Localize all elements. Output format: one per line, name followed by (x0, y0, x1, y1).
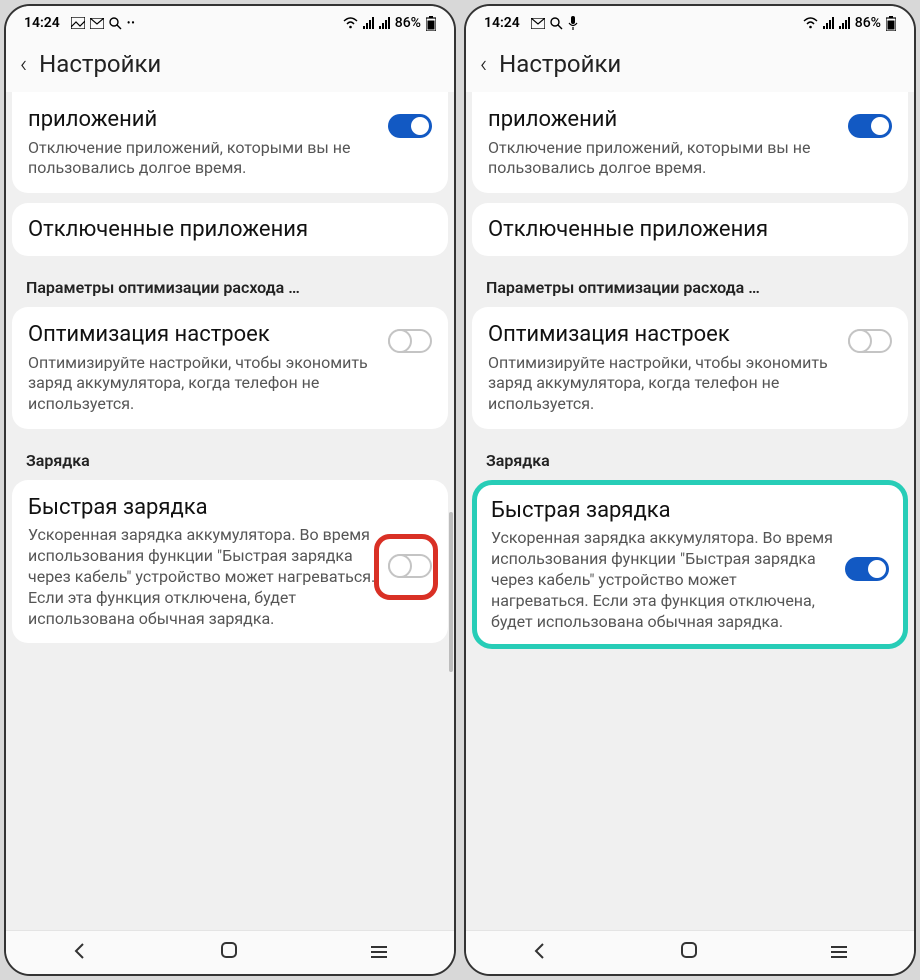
mail-icon (531, 18, 545, 29)
signal-icon-2 (839, 17, 850, 29)
section-optimization: Параметры оптимизации расхода … (6, 266, 454, 307)
signal-icon (823, 17, 834, 29)
settings-list[interactable]: приложений Отключение приложений, которы… (466, 92, 914, 930)
status-time: 14:24 (24, 15, 60, 31)
setting-title: приложений (488, 106, 838, 134)
setting-title: Быстрая зарядка (491, 497, 835, 525)
signal-icon-2 (379, 17, 390, 29)
setting-desc: Отключение приложений, которыми вы не по… (28, 138, 378, 180)
toggle-optimize[interactable] (388, 329, 432, 353)
setting-desc: Оптимизируйте настройки, чтобы экономить… (488, 353, 838, 415)
setting-title: Оптимизация настроек (28, 321, 378, 349)
settings-list[interactable]: приложений Отключение приложений, которы… (6, 92, 454, 930)
battery-icon (426, 16, 436, 31)
battery-percent: 86% (855, 15, 881, 31)
setting-desc: Ускоренная зарядка аккумулятора. Во врем… (491, 528, 835, 632)
wifi-icon (343, 17, 358, 29)
more-dots-icon: •• (127, 18, 136, 29)
nav-home-icon[interactable] (219, 940, 239, 965)
toggle-optimize[interactable] (848, 329, 892, 353)
setting-title: Оптимизация настроек (488, 321, 838, 349)
section-optimization: Параметры оптимизации расхода … (466, 266, 914, 307)
setting-optimize[interactable]: Оптимизация настроек Оптимизируйте настр… (472, 307, 908, 429)
back-icon[interactable]: ‹ (480, 50, 487, 78)
status-bar: 14:24 86% (466, 6, 914, 40)
toggle-apps[interactable] (848, 114, 892, 138)
search-icon (550, 17, 563, 30)
setting-disabled-apps[interactable]: Отключенные приложения (472, 203, 908, 256)
setting-title: Быстрая зарядка (28, 494, 378, 522)
setting-optimize[interactable]: Оптимизация настроек Оптимизируйте настр… (12, 307, 448, 429)
battery-percent: 86% (395, 15, 421, 31)
setting-fast-charge[interactable]: Быстрая зарядка Ускоренная зарядка аккум… (472, 480, 908, 649)
battery-icon (886, 16, 896, 31)
setting-desc: Ускоренная зарядка аккумулятора. Во врем… (28, 525, 378, 629)
status-bar: 14:24 •• 86% (6, 6, 454, 40)
page-title: Настройки (499, 50, 621, 78)
navbar (466, 930, 914, 974)
wifi-icon (803, 17, 818, 29)
status-time: 14:24 (484, 15, 520, 31)
toggle-apps[interactable] (388, 114, 432, 138)
page-title: Настройки (39, 50, 161, 78)
setting-desc: Отключение приложений, которыми вы не по… (488, 138, 838, 180)
setting-title: Отключенные приложения (28, 217, 432, 242)
setting-apps[interactable]: приложений Отключение приложений, которы… (472, 92, 908, 193)
signal-icon (363, 17, 374, 29)
back-icon[interactable]: ‹ (20, 50, 27, 78)
image-icon (71, 17, 85, 29)
phone-right: 14:24 86% (464, 4, 916, 976)
setting-fast-charge[interactable]: Быстрая зарядка Ускоренная зарядка аккум… (12, 480, 448, 643)
setting-desc: Оптимизируйте настройки, чтобы экономить… (28, 353, 378, 415)
section-charging: Зарядка (466, 439, 914, 480)
header: ‹ Настройки (466, 40, 914, 92)
navbar (6, 930, 454, 974)
setting-title: приложений (28, 106, 378, 134)
nav-recents-icon[interactable] (829, 941, 849, 965)
scrollbar[interactable] (449, 512, 453, 672)
toggle-fast-charge[interactable] (388, 554, 432, 578)
search-icon (109, 17, 122, 30)
header: ‹ Настройки (6, 40, 454, 92)
setting-title: Отключенные приложения (488, 217, 892, 242)
nav-recents-icon[interactable] (369, 941, 389, 965)
setting-apps[interactable]: приложений Отключение приложений, которы… (12, 92, 448, 193)
setting-disabled-apps[interactable]: Отключенные приложения (12, 203, 448, 256)
mic-icon (568, 16, 578, 30)
section-charging: Зарядка (6, 439, 454, 480)
nav-back-icon[interactable] (531, 941, 549, 965)
mail-icon (90, 18, 104, 29)
nav-back-icon[interactable] (71, 941, 89, 965)
nav-home-icon[interactable] (679, 940, 699, 965)
toggle-fast-charge[interactable] (845, 557, 889, 581)
phone-left: 14:24 •• 86% (4, 4, 456, 976)
